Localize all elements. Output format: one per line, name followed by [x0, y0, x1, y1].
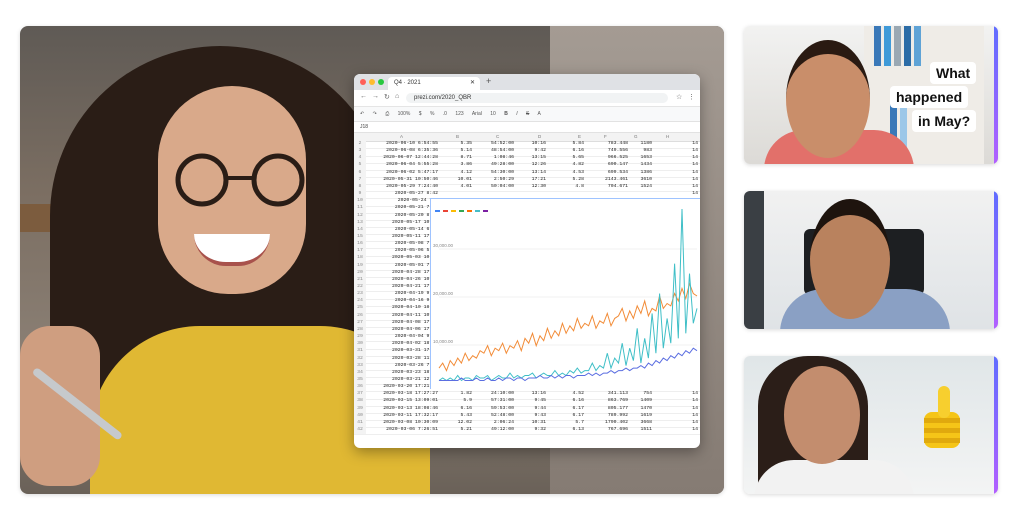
bookmark-star-icon[interactable]: ☆ [676, 93, 682, 101]
table-row[interactable]: 42 2020-03-06 7:26:51 5.21 49:12:00 9:32 6.13… [354, 426, 700, 436]
glasses-icon [175, 153, 305, 207]
toolbar-format[interactable]: 123 [455, 111, 463, 117]
series-line-2 [439, 347, 698, 382]
tab-title: Q4 · 2021 [394, 80, 421, 86]
toolbar-font-size[interactable]: 10 [490, 111, 496, 117]
book [884, 26, 891, 66]
toolbar-decimal[interactable]: .0 [443, 111, 447, 117]
toolbar-percent[interactable]: % [430, 111, 434, 117]
home-icon[interactable]: ⌂ [395, 93, 399, 100]
reload-icon[interactable]: ↻ [384, 93, 390, 101]
browser-window[interactable]: Q4 · 2021 ✕ + ← → ↻ ⌂ prezi.com/2020_QBR… [354, 74, 700, 448]
chart-overlay[interactable]: 30,000.00 20,000.00 10,000.00 [430, 198, 700, 389]
book [874, 26, 881, 66]
participant-face [786, 40, 870, 158]
toolbar-strike[interactable]: S [526, 111, 529, 117]
speech-bubble-line: happened [890, 86, 969, 108]
tile-accent-bar [994, 191, 998, 329]
redo-icon[interactable]: ↷ [373, 111, 377, 117]
participant-face [810, 199, 890, 319]
main-video-feed: Q4 · 2021 ✕ + ← → ↻ ⌂ prezi.com/2020_QBR… [20, 26, 724, 494]
table-cell[interactable]: 5.21 [450, 426, 472, 434]
browser-tabbar: Q4 · 2021 ✕ + [354, 74, 700, 90]
speech-bubble-line: in May? [912, 110, 977, 132]
sheet-toolbar: ↶ ↷ ⎙ 100% $ % .0 123 Arial 10 B I S A [354, 107, 700, 122]
table-cell[interactable]: 14 [688, 426, 698, 434]
book [914, 26, 921, 66]
tile-accent-bar [994, 356, 998, 494]
series-line-0 [438, 281, 698, 372]
formula-bar[interactable]: J18 [354, 122, 700, 133]
close-window-icon[interactable] [360, 79, 366, 85]
book [894, 26, 901, 66]
back-icon[interactable]: ← [360, 93, 367, 100]
toolbar-font[interactable]: Arial [472, 111, 482, 117]
door-frame [744, 191, 764, 329]
url-text: prezi.com/2020_QBR [414, 95, 472, 101]
tile-accent-bar [994, 26, 998, 164]
table-cell[interactable]: 767.696 [598, 426, 628, 434]
toolbar-currency[interactable]: $ [419, 111, 422, 117]
toolbar-zoom[interactable]: 100% [398, 111, 411, 117]
cell-reference: J18 [360, 124, 369, 130]
line-chart [438, 208, 698, 382]
participant-tile-3[interactable] [744, 356, 998, 494]
table-cell[interactable]: 6.13 [564, 426, 584, 434]
toolbar-bold[interactable]: B [504, 111, 508, 117]
table-cell[interactable]: 2020-03-06 7:26:51 [368, 426, 438, 434]
participant-face [784, 366, 860, 464]
url-input[interactable]: prezi.com/2020_QBR [406, 93, 668, 103]
presenter-hand [20, 326, 100, 486]
undo-icon[interactable]: ↶ [360, 111, 364, 117]
table-cell[interactable]: 49:12:00 [482, 426, 514, 434]
browser-tab[interactable]: Q4 · 2021 ✕ [388, 77, 480, 90]
print-icon[interactable]: ⎙ [385, 111, 389, 117]
tab-close-icon[interactable]: ✕ [470, 77, 475, 90]
new-tab-icon[interactable]: + [486, 76, 491, 86]
table-cell[interactable]: 1511 [630, 426, 652, 434]
speech-bubble-line: What [930, 62, 977, 84]
address-bar-row: ← → ↻ ⌂ prezi.com/2020_QBR ☆ ⋮ [354, 90, 700, 107]
toolbar-text-color[interactable]: A [537, 111, 540, 117]
toolbar-italic[interactable]: I [516, 111, 517, 117]
participant-tile-2[interactable] [744, 191, 998, 329]
participant-shirt [754, 460, 914, 494]
row-number[interactable]: 42 [354, 426, 366, 435]
forward-icon[interactable]: → [372, 93, 379, 100]
thumbs-up-icon [924, 386, 960, 448]
book [904, 26, 911, 66]
participant-tile-1[interactable]: What happened in May? [744, 26, 998, 164]
maximize-window-icon[interactable] [378, 79, 384, 85]
table-cell[interactable]: 9:32 [524, 426, 546, 434]
menu-icon[interactable]: ⋮ [688, 93, 695, 101]
minimize-window-icon[interactable] [369, 79, 375, 85]
